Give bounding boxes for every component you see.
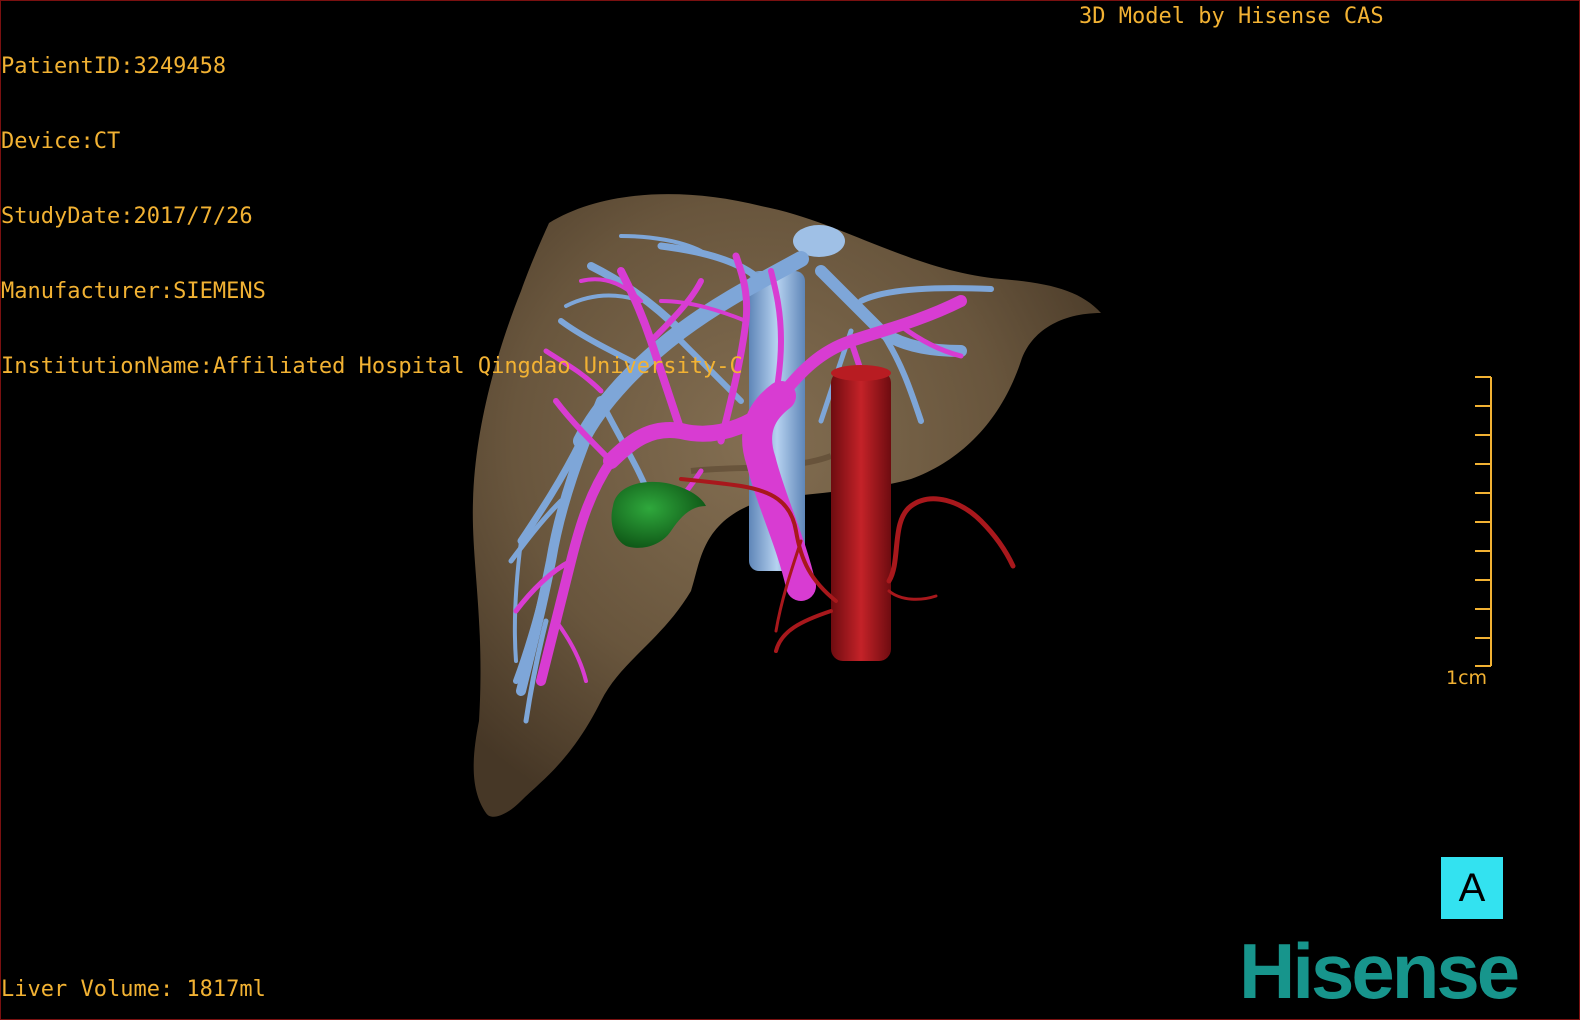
dicom-info-overlay: PatientID:3249458 Device:CT StudyDate:20…: [1, 4, 743, 429]
scale-bar: [1475, 376, 1492, 667]
device: Device:CT: [1, 129, 121, 154]
model-credit: 3D Model by Hisense CAS: [1079, 4, 1384, 29]
orientation-marker[interactable]: A: [1441, 857, 1503, 919]
hisense-logo: Hisense: [1239, 927, 1520, 1015]
manufacturer: Manufacturer:SIEMENS: [1, 279, 266, 304]
liver-volume: Liver Volume: 1817ml: [1, 977, 266, 1002]
3d-viewport[interactable]: PatientID:3249458 Device:CT StudyDate:20…: [0, 0, 1580, 1020]
institution-name: InstitutionName:Affiliated Hospital Qing…: [1, 354, 743, 379]
scale-bar-label: 1cm: [1446, 667, 1488, 689]
study-date: StudyDate:2017/7/26: [1, 204, 253, 229]
patient-id: PatientID:3249458: [1, 54, 227, 79]
